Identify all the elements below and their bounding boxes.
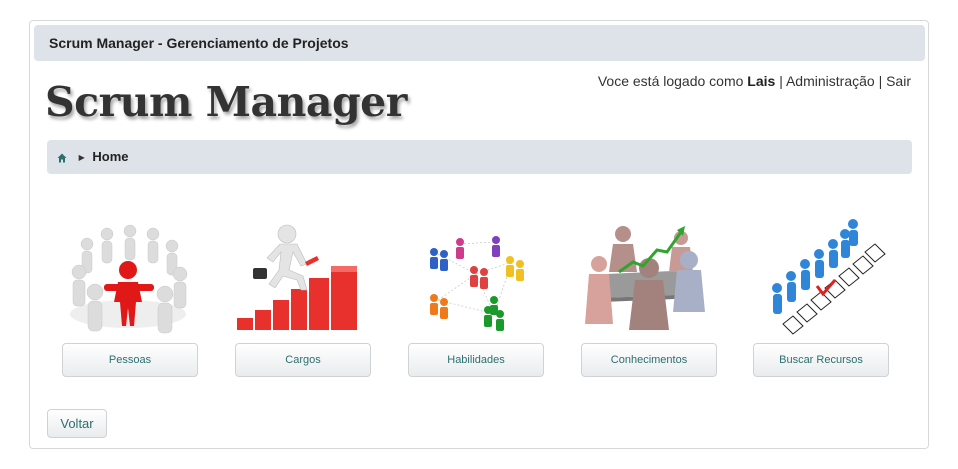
tile-cargos: Cargos [235,214,371,379]
network-people-image[interactable] [408,214,544,340]
main-panel: Scrum Manager - Gerenciamento de Projeto… [29,20,929,449]
logout-link[interactable]: Sair [886,73,911,89]
page-title-bar: Scrum Manager - Gerenciamento de Projeto… [34,25,925,61]
buscar-recursos-button[interactable]: Buscar Recursos [753,343,889,377]
meeting-growth-image[interactable] [581,214,717,340]
separator: | [779,73,783,89]
tile-buscar-recursos: Buscar Recursos [753,214,889,379]
app-logo: Scrum Manager [45,78,407,126]
conhecimentos-button[interactable]: Conhecimentos [581,343,717,377]
breadcrumb: ▶ Home [47,140,912,174]
user-name: Lais [747,73,776,89]
pessoas-button[interactable]: Pessoas [62,343,198,377]
checklist-people-image[interactable] [753,214,889,340]
separator: | [878,73,883,89]
logged-in-prefix: Voce está logado como [597,73,744,89]
breadcrumb-current: Home [92,149,129,164]
chevron-right-icon: ▶ [78,152,85,162]
user-status: Voce está logado como Lais | Administraç… [598,73,911,89]
habilidades-button[interactable]: Habilidades [408,343,544,377]
back-button[interactable]: Voltar [47,409,107,438]
admin-link[interactable]: Administração [786,73,875,89]
people-circle-image[interactable] [62,214,198,340]
menu-tiles: Pessoas Cargos Habilidades Conhecimentos… [62,214,902,379]
career-stairs-image[interactable] [235,214,371,340]
tile-conhecimentos: Conhecimentos [581,214,717,379]
cargos-button[interactable]: Cargos [235,343,371,377]
tile-habilidades: Habilidades [408,214,544,379]
tile-pessoas: Pessoas [62,214,198,379]
home-icon[interactable] [57,153,67,163]
page-title: Scrum Manager - Gerenciamento de Projeto… [49,35,349,51]
